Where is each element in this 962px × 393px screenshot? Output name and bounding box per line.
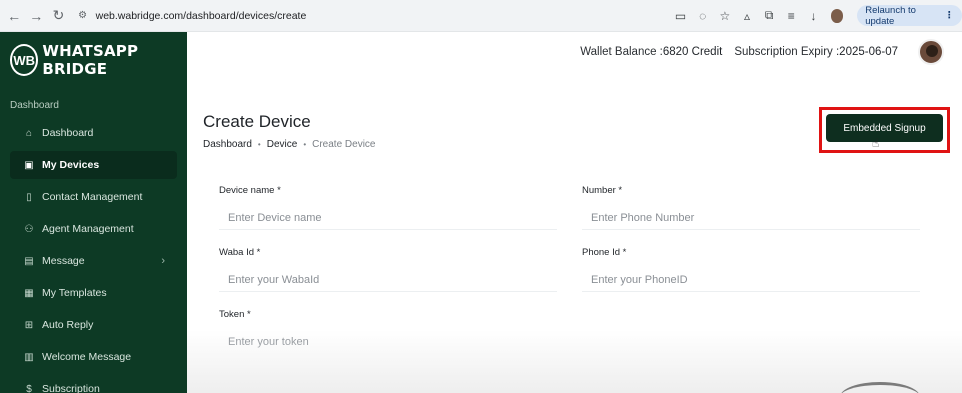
hand-cursor-icon: ☝: [872, 136, 880, 150]
header-bar: Wallet Balance :6820 Credit Subscription…: [187, 32, 962, 72]
sidebar-item-label: Message: [42, 255, 85, 267]
sidebar-item-my-devices[interactable]: ▣ My Devices: [10, 151, 177, 179]
avatar[interactable]: [918, 39, 944, 65]
breadcrumb-separator-icon: •: [257, 140, 261, 149]
waba-id-input[interactable]: [219, 268, 557, 292]
breadcrumb-dashboard[interactable]: Dashboard: [203, 139, 252, 150]
embedded-signup-button[interactable]: Embedded Signup: [826, 114, 943, 142]
wallet-value: 6820 Credit: [662, 46, 723, 58]
media-icon[interactable]: ≡: [782, 6, 800, 26]
expiry-label: Subscription Expiry :: [734, 46, 840, 58]
forward-arrow-icon[interactable]: →: [25, 4, 47, 28]
device-name-field: Device name *: [219, 185, 559, 230]
devices-icon: ▣: [24, 159, 34, 171]
sidebar-item-label: My Devices: [42, 159, 100, 171]
logo[interactable]: WB WHATSAPP BRIDGE: [0, 32, 187, 88]
template-icon: ▦: [24, 287, 34, 299]
device-name-input[interactable]: [219, 206, 557, 230]
back-arrow-icon[interactable]: ←: [3, 4, 25, 28]
wallet-label: Wallet Balance :: [580, 46, 663, 58]
subscription-icon: $: [26, 383, 32, 393]
waba-id-label: Waba Id *: [219, 247, 261, 258]
sidebar-item-label: Contact Management: [42, 191, 143, 203]
home-icon: ⌂: [25, 127, 33, 139]
sidebar-item-subscription[interactable]: $ Subscription: [10, 375, 177, 393]
sidebar-item-label: Welcome Message: [42, 351, 132, 363]
number-input[interactable]: [582, 206, 920, 230]
sidebar-item-agent-management[interactable]: ⚇ Agent Management: [10, 215, 177, 243]
bottom-fade: [187, 330, 962, 393]
sidebar-item-my-templates[interactable]: ▦ My Templates: [10, 279, 177, 307]
star-icon[interactable]: ☆: [716, 6, 734, 26]
sidebar-item-contact-management[interactable]: ▯ Contact Management: [10, 183, 177, 211]
sidebar-item-label: Auto Reply: [42, 319, 94, 331]
logo-mark: WB: [10, 44, 39, 76]
sidebar-menu: ⌂ Dashboard ▣ My Devices ▯ Contact Manag…: [0, 119, 187, 393]
page-title: Create Device: [203, 112, 311, 131]
phone-id-label: Phone Id *: [582, 247, 627, 258]
browser-toolbar: ← → ↻ ⚙ web.wabridge.com/dashboard/devic…: [0, 0, 962, 32]
phone-id-input[interactable]: [582, 268, 920, 292]
puzzle-icon[interactable]: ⧉: [760, 6, 778, 26]
chevron-right-icon: ›: [161, 255, 165, 267]
sidebar-item-auto-reply[interactable]: ⊞ Auto Reply: [10, 311, 177, 339]
download-icon[interactable]: ↓: [804, 6, 822, 26]
welcome-icon: ▥: [24, 351, 34, 363]
sidebar-item-welcome-message[interactable]: ▥ Welcome Message: [10, 343, 177, 371]
auto-reply-icon: ⊞: [24, 319, 34, 331]
breadcrumb-separator-icon: •: [303, 140, 307, 149]
agents-icon: ⚇: [24, 223, 34, 235]
eye-off-icon[interactable]: ◌: [694, 6, 712, 26]
waba-id-field: Waba Id *: [219, 247, 559, 292]
breadcrumb-device[interactable]: Device: [267, 139, 298, 150]
reload-icon[interactable]: ↻: [47, 4, 69, 28]
sidebar-item-label: Subscription: [42, 383, 100, 393]
url-text: web.wabridge.com/dashboard/devices/creat…: [95, 9, 307, 22]
more-icon[interactable]: ⋮: [945, 10, 955, 21]
wallet-balance: Wallet Balance :6820 Credit: [580, 46, 722, 58]
site-settings-icon[interactable]: ⚙: [76, 9, 90, 23]
sidebar-item-message[interactable]: ▤ Message ›: [10, 247, 177, 275]
number-label: Number *: [582, 185, 623, 196]
contact-icon: ▯: [26, 191, 32, 203]
sidebar-item-dashboard[interactable]: ⌂ Dashboard: [10, 119, 177, 147]
phone-id-field: Phone Id *: [582, 247, 922, 292]
highlight-box: Embedded Signup ☝: [819, 107, 950, 153]
breadcrumb: Dashboard • Device • Create Device: [203, 139, 375, 150]
breadcrumb-current: Create Device: [312, 139, 376, 150]
profile-icon[interactable]: [830, 8, 844, 23]
sidebar: WB WHATSAPP BRIDGE Dashboard ⌂ Dashboard…: [0, 32, 187, 393]
address-bar[interactable]: ⚙ web.wabridge.com/dashboard/devices/cre…: [76, 4, 622, 28]
extensions-icon[interactable]: ▵: [738, 6, 756, 26]
cast-icon[interactable]: ▭: [672, 6, 690, 26]
message-icon: ▤: [24, 255, 34, 267]
subscription-expiry: Subscription Expiry :2025-06-07: [734, 46, 898, 58]
relaunch-button[interactable]: Relaunch to update ⋮: [857, 4, 962, 27]
sidebar-section-label: Dashboard: [10, 100, 59, 111]
number-field: Number *: [582, 185, 922, 230]
sidebar-item-label: Dashboard: [42, 127, 94, 139]
token-label: Token *: [219, 309, 251, 320]
sidebar-item-label: Agent Management: [42, 223, 134, 235]
expiry-value: 2025-06-07: [839, 46, 898, 58]
device-name-label: Device name *: [219, 185, 281, 196]
sidebar-item-label: My Templates: [42, 287, 107, 299]
logo-text: WHATSAPP BRIDGE: [42, 42, 139, 78]
relaunch-label: Relaunch to update: [865, 4, 916, 27]
